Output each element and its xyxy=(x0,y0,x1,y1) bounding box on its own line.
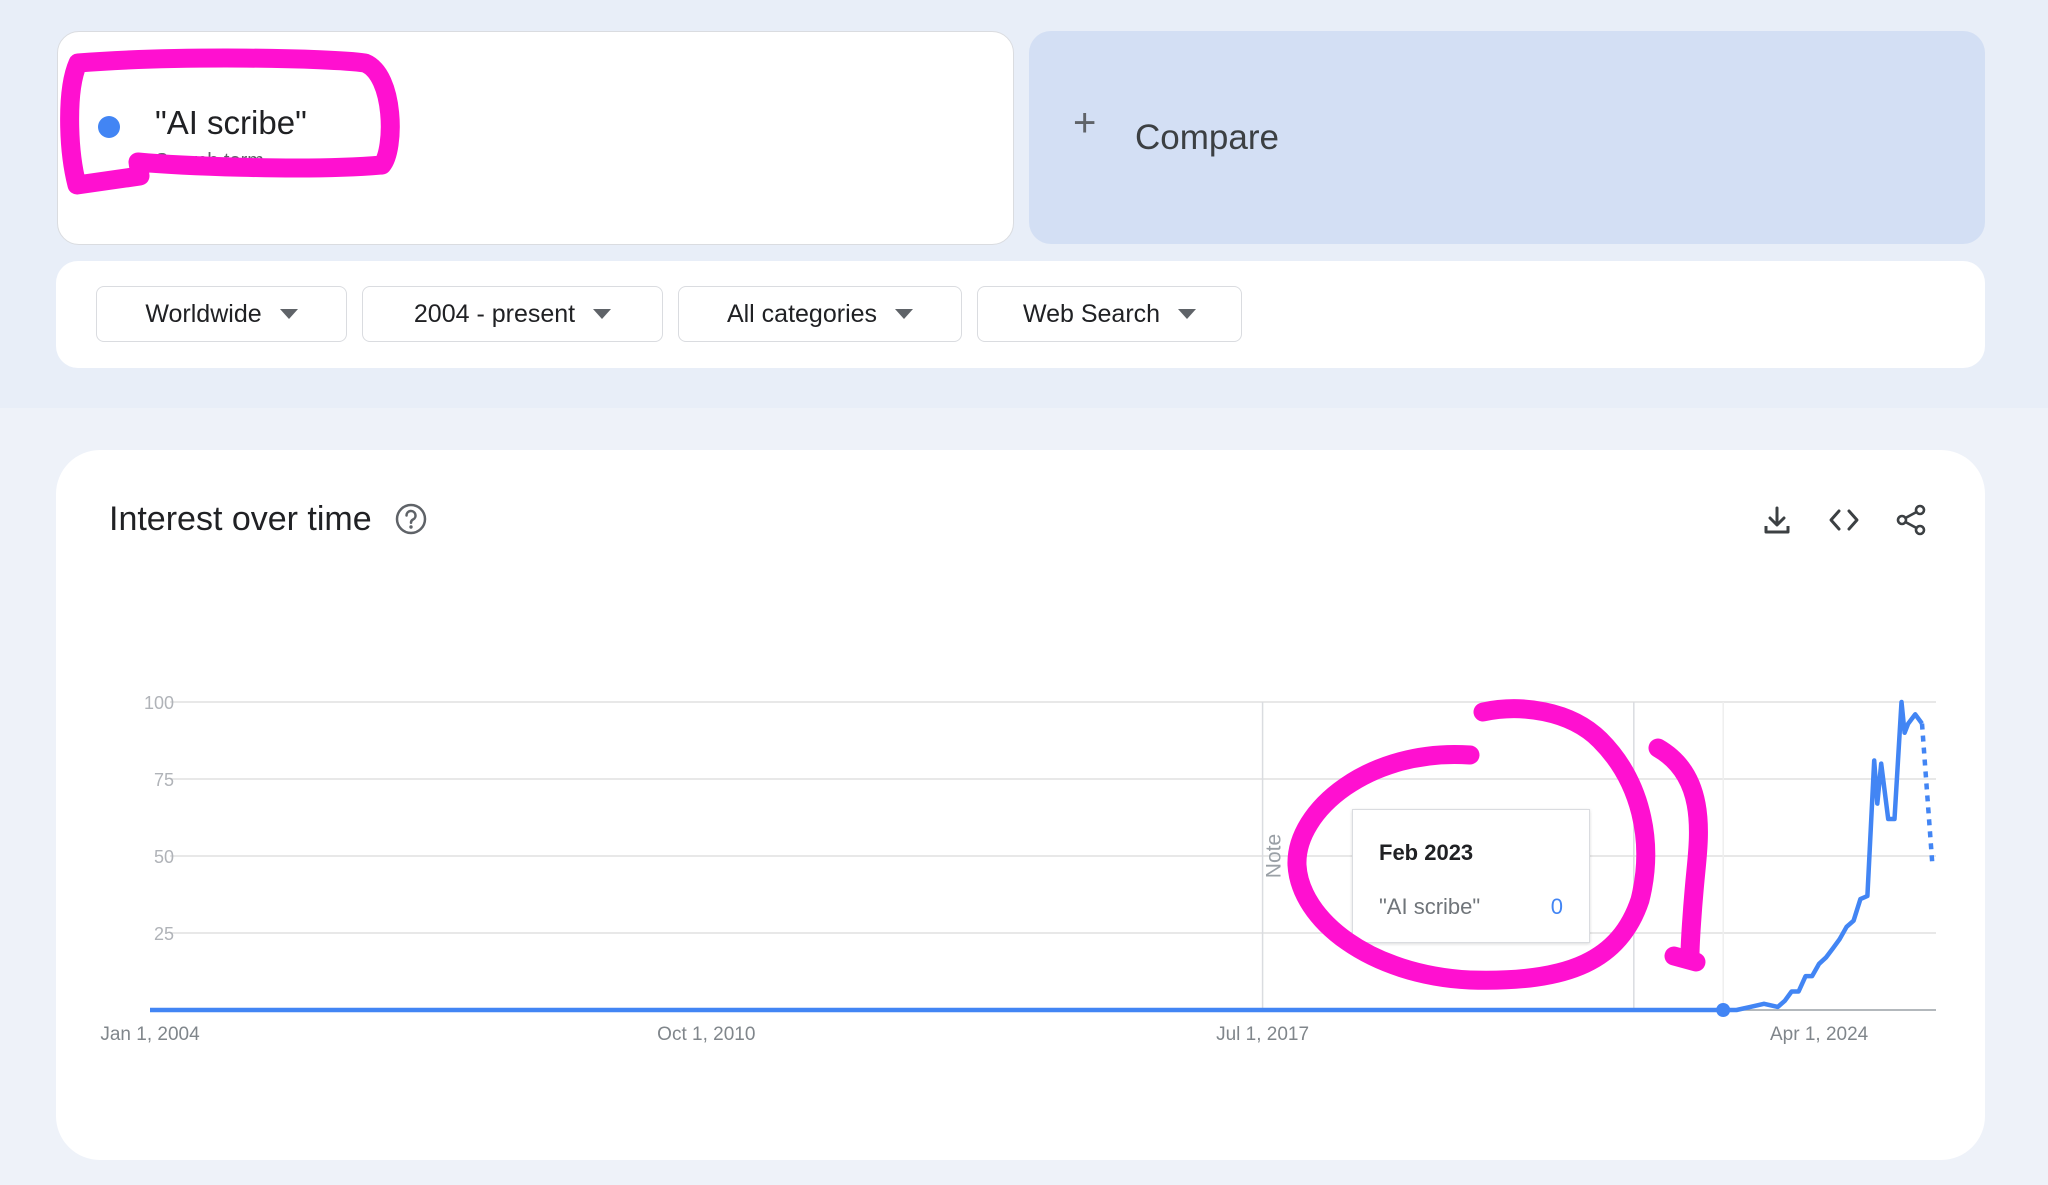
caret-down-icon xyxy=(1178,309,1197,319)
chart-tooltip: Feb 2023 "AI scribe" 0 xyxy=(1352,809,1590,943)
x-tick-label: Jan 1, 2004 xyxy=(100,1024,200,1045)
y-tick-label: 50 xyxy=(154,847,174,867)
region-filter-dropdown[interactable]: Worldwide xyxy=(96,286,347,342)
time-range-filter-label: 2004 - present xyxy=(413,299,576,328)
y-tick-label: 75 xyxy=(154,770,174,790)
note-label: Note xyxy=(1634,834,1657,878)
note-label: Note xyxy=(1263,834,1286,878)
caret-down-icon xyxy=(593,309,612,319)
interest-line-chart[interactable]: 100 75 50 25 Note Note Jan 1, 2004 Oct 1, 2010 J… xyxy=(56,450,1985,1160)
search-type-filter-dropdown[interactable]: Web Search xyxy=(977,286,1242,342)
x-tick-label: Oct 1, 2010 xyxy=(657,1024,755,1045)
filter-bar: Worldwide 2004 - present All categories … xyxy=(56,261,1985,368)
plus-icon: + xyxy=(1073,101,1097,145)
compare-button[interactable]: + Compare xyxy=(1029,31,1985,244)
category-filter-dropdown[interactable]: All categories xyxy=(678,286,962,342)
search-type-filter-label: Web Search xyxy=(1022,299,1161,328)
tooltip-value: 0 xyxy=(1550,894,1563,919)
time-range-filter-dropdown[interactable]: 2004 - present xyxy=(362,286,663,342)
compare-label: Compare xyxy=(1135,118,1279,157)
search-term-label[interactable]: "AI scribe" xyxy=(155,104,307,142)
search-term-card[interactable]: "AI scribe" Search term xyxy=(57,31,1014,245)
region-filter-label: Worldwide xyxy=(145,299,262,328)
y-tick-label: 25 xyxy=(154,924,174,944)
series-partial-line xyxy=(1919,723,1935,863)
series-color-dot xyxy=(98,116,120,138)
y-tick-label: 100 xyxy=(144,693,174,713)
x-tick-label: Jul 1, 2017 xyxy=(1216,1024,1309,1045)
caret-down-icon xyxy=(895,309,914,319)
tooltip-date: Feb 2023 xyxy=(1379,840,1474,865)
hover-point xyxy=(1716,1003,1731,1017)
search-term-subtitle: Search term xyxy=(155,150,264,164)
category-filter-label: All categories xyxy=(726,299,878,328)
caret-down-icon xyxy=(279,309,298,319)
interest-over-time-card: Interest over time 100 75 50 25 Note Note Jan … xyxy=(56,450,1985,1160)
x-tick-label: Apr 1, 2024 xyxy=(1770,1024,1869,1045)
tooltip-series-label: "AI scribe" xyxy=(1379,894,1481,919)
